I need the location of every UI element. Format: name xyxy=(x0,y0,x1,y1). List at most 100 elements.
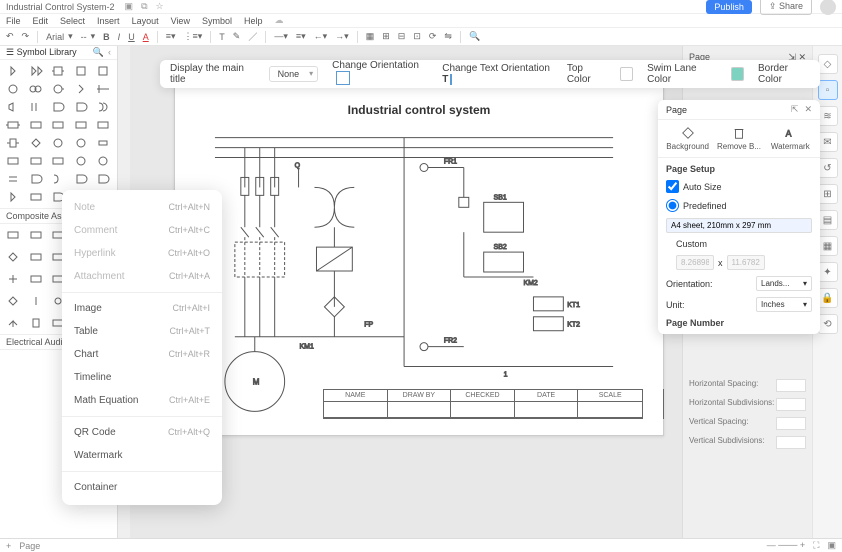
shape[interactable] xyxy=(94,172,112,186)
shape[interactable] xyxy=(27,100,45,114)
change-text-orientation[interactable]: Change Text Orientation T xyxy=(442,63,553,85)
font-size[interactable]: -- xyxy=(81,32,87,42)
shape[interactable] xyxy=(27,294,45,308)
shape[interactable] xyxy=(94,154,112,168)
ctx-note[interactable]: NoteCtrl+Alt+N xyxy=(62,196,222,219)
shape[interactable] xyxy=(4,82,22,96)
page-tab[interactable]: Page xyxy=(19,541,40,551)
rail-ruler-icon[interactable]: ▤ xyxy=(818,210,838,230)
ctx-container[interactable]: Container xyxy=(62,476,222,499)
star-icon[interactable]: ☆ xyxy=(156,1,164,12)
unit-select[interactable]: Inches▾ xyxy=(756,297,812,312)
shape[interactable] xyxy=(27,118,45,132)
list-icon[interactable]: ⋮≡▾ xyxy=(183,31,202,42)
orientation-select[interactable]: Lands...▾ xyxy=(756,276,812,291)
rail-lock-icon[interactable]: 🔒 xyxy=(818,288,838,308)
shape[interactable] xyxy=(27,172,45,186)
shape[interactable] xyxy=(72,100,90,114)
add-page-button[interactable]: + xyxy=(6,541,11,551)
bold-icon[interactable]: B xyxy=(103,32,110,42)
shape[interactable] xyxy=(4,294,22,308)
page[interactable]: Industrial control system Q xyxy=(174,86,664,436)
hsub-input[interactable] xyxy=(776,398,806,411)
rail-history-icon[interactable]: ↺ xyxy=(818,158,838,178)
ctx-timeline[interactable]: Timeline xyxy=(62,366,222,389)
menu-symbol[interactable]: Symbol xyxy=(202,16,232,26)
vsub-input[interactable] xyxy=(776,436,806,449)
italic-icon[interactable]: I xyxy=(118,32,121,42)
publish-button[interactable]: Publish xyxy=(706,0,752,14)
paper-size-select[interactable] xyxy=(666,218,812,233)
rail-grid-icon[interactable]: ▦ xyxy=(818,236,838,256)
shape[interactable] xyxy=(27,136,45,150)
shape[interactable] xyxy=(4,272,22,286)
lib-search-icon[interactable]: 🔍 xyxy=(93,47,104,58)
ctx-comment[interactable]: CommentCtrl+Alt+C xyxy=(62,219,222,242)
shape[interactable] xyxy=(94,118,112,132)
shape[interactable] xyxy=(4,64,22,78)
auto-size-check[interactable]: Auto Size xyxy=(666,180,812,193)
swim-lane-color[interactable]: Swim Lane Color xyxy=(647,63,717,85)
rail-page-icon[interactable]: ▫ xyxy=(818,80,838,100)
rotate-icon[interactable]: ⟳ xyxy=(429,31,437,42)
change-orientation[interactable]: Change Orientation xyxy=(332,60,428,88)
underline-icon[interactable]: U xyxy=(128,32,135,42)
duplicate-icon[interactable]: ⧉ xyxy=(141,1,147,12)
rail-snap-icon[interactable]: ✦ xyxy=(818,262,838,282)
height-input[interactable] xyxy=(727,255,765,270)
shape[interactable] xyxy=(4,118,22,132)
ctx-chart[interactable]: ChartCtrl+Alt+R xyxy=(62,343,222,366)
align-icon[interactable]: ≡▾ xyxy=(166,31,176,42)
group-icon[interactable]: ⊡ xyxy=(413,31,421,42)
flip-icon[interactable]: ⇋ xyxy=(444,31,452,42)
fill-icon[interactable]: ▦ xyxy=(366,31,375,42)
line-style-icon[interactable]: —▾ xyxy=(274,31,288,42)
shape[interactable] xyxy=(4,316,22,330)
shape[interactable] xyxy=(49,82,67,96)
zoom-controls[interactable]: — ─── + xyxy=(767,540,805,551)
rail-comment-icon[interactable]: ✉ xyxy=(818,132,838,152)
shape[interactable] xyxy=(27,154,45,168)
tab-remove-bg[interactable]: Remove B... xyxy=(716,126,762,151)
shape[interactable] xyxy=(72,64,90,78)
shape[interactable] xyxy=(49,118,67,132)
menu-select[interactable]: Select xyxy=(60,16,85,26)
lib-close-icon[interactable]: ‹ xyxy=(108,47,111,58)
text-tool-icon[interactable]: T xyxy=(219,32,225,42)
fit-icon[interactable]: ⛶ xyxy=(813,540,819,551)
ctx-table[interactable]: TableCtrl+Alt+T xyxy=(62,320,222,343)
ctx-qrcode[interactable]: QR CodeCtrl+Alt+Q xyxy=(62,421,222,444)
hspacing-input[interactable] xyxy=(776,379,806,392)
swim-color-swatch[interactable] xyxy=(731,67,744,81)
shape[interactable] xyxy=(72,172,90,186)
line-weight-icon[interactable]: ≡▾ xyxy=(296,31,306,42)
line-tool-icon[interactable]: ／ xyxy=(248,30,257,43)
shape[interactable] xyxy=(27,316,45,330)
shape[interactable] xyxy=(4,154,22,168)
menu-file[interactable]: File xyxy=(6,16,21,26)
arrow-end-icon[interactable]: →▾ xyxy=(335,31,349,42)
pen-tool-icon[interactable]: ✎ xyxy=(233,31,241,42)
fullscreen-icon[interactable]: ▣ xyxy=(827,540,836,551)
share-button[interactable]: ⇪ Share xyxy=(760,0,812,15)
ctx-math[interactable]: Math EquationCtrl+Alt+E xyxy=(62,389,222,412)
shape[interactable] xyxy=(27,82,45,96)
font-color-icon[interactable]: A xyxy=(143,32,149,42)
style-select[interactable]: None xyxy=(269,66,319,82)
border-color[interactable]: Border Color xyxy=(758,63,810,85)
rail-theme-icon[interactable]: ◇ xyxy=(818,54,838,74)
shape[interactable] xyxy=(49,154,67,168)
ctx-image[interactable]: ImageCtrl+Alt+I xyxy=(62,297,222,320)
tab-background[interactable]: Background xyxy=(665,126,711,151)
shape[interactable] xyxy=(27,250,45,264)
ctx-hyperlink[interactable]: HyperlinkCtrl+Alt+O xyxy=(62,242,222,265)
font-select[interactable]: Arial xyxy=(46,32,64,42)
rail-align-icon[interactable]: ⊞ xyxy=(818,184,838,204)
vspacing-input[interactable] xyxy=(776,417,806,430)
close-icon[interactable]: ✕ xyxy=(804,104,812,115)
shape[interactable] xyxy=(4,228,22,242)
shape[interactable] xyxy=(4,100,22,114)
undo-icon[interactable]: ↶ xyxy=(6,31,14,42)
menu-help[interactable]: Help xyxy=(244,16,263,26)
shape[interactable] xyxy=(72,136,90,150)
